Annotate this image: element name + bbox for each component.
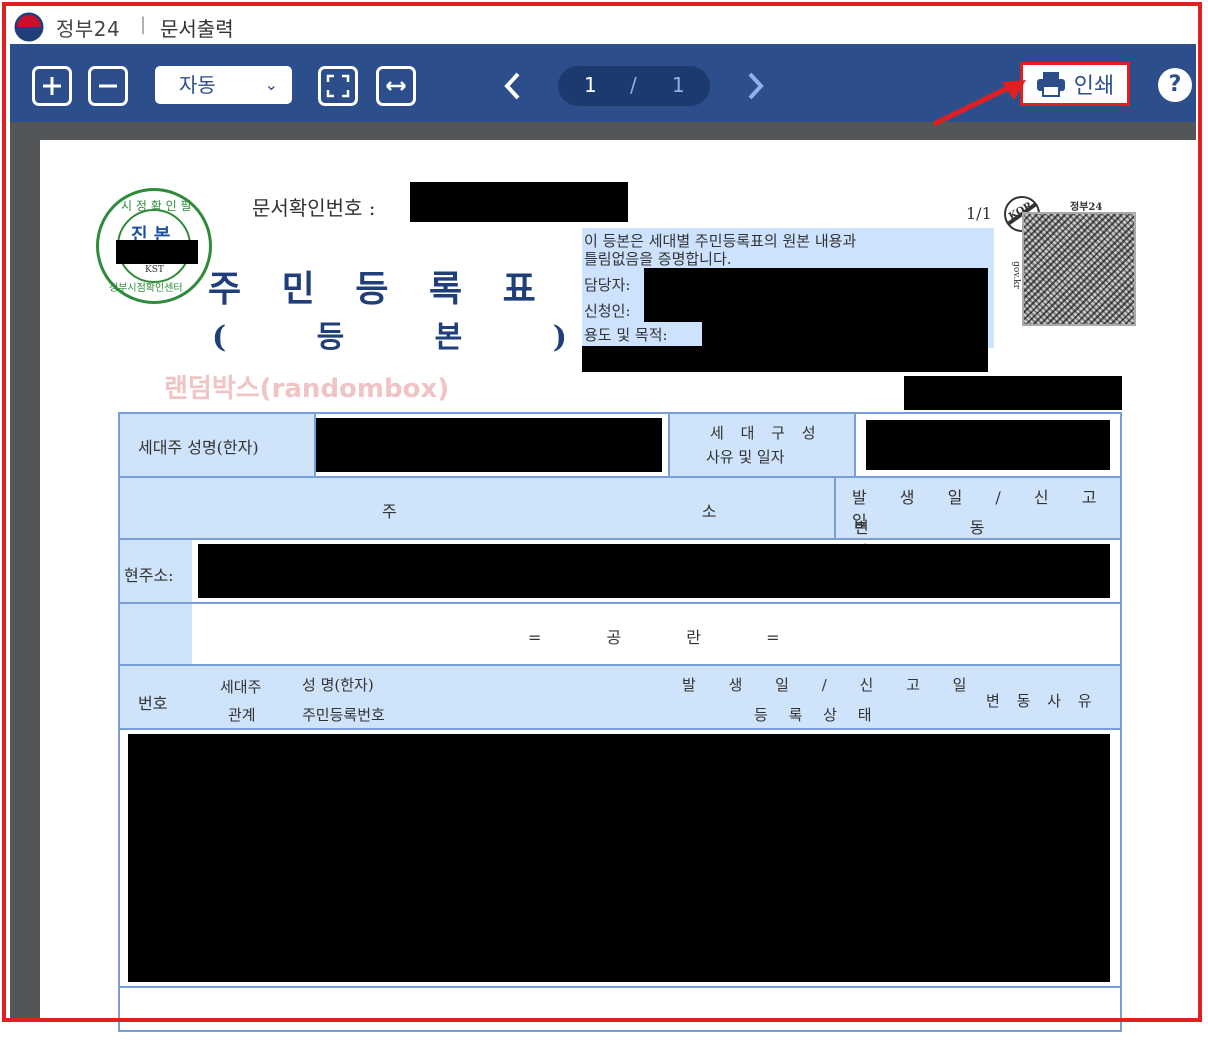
stamp-top-text: 시 정 확 인 필 (121, 199, 192, 213)
redacted-current-address (198, 544, 1110, 598)
head-reason-line1: 세 대 구 성 (710, 424, 822, 442)
print-label: 인쇄 (1073, 74, 1115, 99)
redacted-head-name (316, 418, 662, 472)
redacted-purpose-cont (582, 346, 988, 372)
plus-icon (43, 77, 61, 95)
title-bar: 정부24 | 문서출력 (8, 4, 1198, 44)
page-indicator[interactable]: 1 / 1 (558, 66, 710, 106)
prev-page-button[interactable] (498, 66, 528, 106)
certify-line-2: 틀림없음을 증명합니다. (584, 250, 732, 268)
officer-label: 담당자: (584, 276, 631, 294)
zoom-select[interactable]: 자동 ⌄ (155, 66, 292, 104)
current-page: 1 (584, 73, 597, 97)
col-date-line2: 등 록 상 태 (754, 706, 880, 724)
address-header-label: 주 소 (382, 502, 867, 521)
page-separator: / (630, 73, 637, 97)
document-page: 시 정 확 인 필 진 본 KST 정부시점확인센터 문서확인번호 : 주 민 … (40, 140, 1200, 1040)
stamp-bottom-text: 정부시점확인센터 (109, 283, 183, 294)
page-number-label: 1/1 (966, 204, 992, 223)
viewer-window: 정부24 | 문서출력 자동 ⌄ 1 / 1 인쇄 ? 시 정 확 인 필 진 … (0, 0, 1208, 1040)
head-reason-line2: 사유 및 일자 (706, 448, 785, 466)
redacted-head-reason (866, 420, 1110, 470)
minus-icon (99, 84, 117, 88)
chevron-down-icon: ⌄ (264, 75, 278, 94)
fit-width-icon (386, 81, 406, 91)
col-reason: 변 동 사 유 (986, 692, 1098, 710)
table-rule (120, 986, 1120, 988)
col-number: 번호 (138, 694, 168, 713)
table-rule (120, 728, 1120, 730)
head-name-label: 세대주 성명(한자) (138, 438, 259, 457)
redacted-issue-info (904, 376, 1122, 410)
col-date-line1: 발 생 일 / 신 고 일 (682, 676, 981, 694)
zoom-in-button[interactable] (32, 66, 72, 106)
red-pointer-arrow-icon (932, 80, 1026, 127)
qr-brand: 정부24 (1070, 202, 1103, 213)
empty-entry-mark: = 공 란 = (528, 628, 810, 647)
total-pages: 1 (672, 73, 685, 97)
print-button[interactable]: 인쇄 (1020, 62, 1130, 106)
current-address-label: 현주소: (124, 566, 174, 585)
table-rule (120, 476, 1120, 478)
redacted-applicant (644, 296, 988, 322)
applicant-label: 신청인: (584, 302, 631, 320)
table-rule (668, 414, 670, 476)
redacted-doc-number (410, 182, 628, 222)
fit-page-icon (326, 74, 350, 98)
document-title: 주 민 등 록 표 (208, 268, 550, 310)
qr-side-text: gov.kr (1010, 261, 1021, 289)
col-relation-line1: 세대주 (220, 678, 262, 696)
next-page-button[interactable] (740, 66, 770, 106)
fit-width-button[interactable] (376, 66, 416, 106)
fit-page-button[interactable] (318, 66, 358, 106)
table-rule (120, 664, 1120, 666)
document-viewport[interactable]: 시 정 확 인 필 진 본 KST 정부시점확인센터 문서확인번호 : 주 민 … (10, 122, 1200, 1040)
window-title: 문서출력 (160, 17, 234, 41)
table-rule (120, 602, 1120, 604)
printer-icon (1036, 72, 1065, 97)
app-title: 정부24 (56, 17, 121, 41)
table-rule (854, 414, 856, 476)
watermark-text: 랜덤박스(randombox) (164, 374, 450, 404)
title-separator: | (140, 14, 147, 35)
qr-code (1022, 212, 1136, 326)
document-subtitle: ( 등 본 ) (212, 320, 607, 355)
zoom-out-button[interactable] (88, 66, 128, 106)
gov-logo-icon (14, 12, 44, 42)
help-button[interactable]: ? (1158, 68, 1192, 102)
redacted-stamp-number (116, 240, 198, 264)
doc-number-label: 문서확인번호 : (252, 196, 376, 220)
col-name-line2: 주민등록번호 (302, 706, 385, 724)
stamp-code: KST (145, 265, 164, 275)
col-relation-line2: 관계 (228, 706, 256, 724)
registration-table: 세대주 성명(한자) 세 대 구 성 사유 및 일자 주 소 발 생 일 / 신… (118, 412, 1122, 1032)
redacted-member-rows (128, 734, 1110, 982)
zoom-value: 자동 (179, 73, 216, 97)
purpose-label: 용도 및 목적: (584, 326, 668, 344)
col-name-line1: 성 명(한자) (302, 676, 374, 694)
